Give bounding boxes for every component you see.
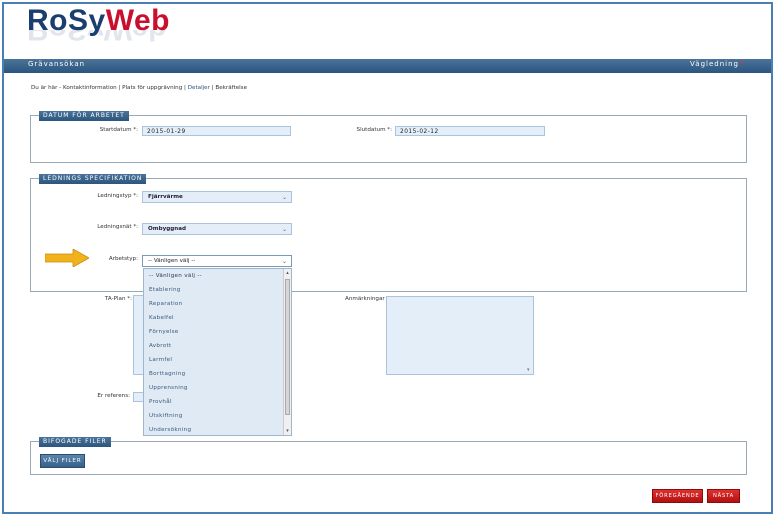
remarks-label: Anmärkningar <box>345 296 385 302</box>
start-date-input[interactable]: 2015-01-29 <box>142 126 291 136</box>
dropdown-option[interactable]: Avbrott <box>144 339 291 353</box>
page-title: Grävansökan <box>28 60 86 68</box>
work-type-select[interactable]: -- Vänligen välj -- ⌄ <box>142 255 292 267</box>
dropdown-option[interactable]: Larmfel <box>144 353 291 367</box>
your-reference-label: Er referens: <box>97 393 130 399</box>
breadcrumb: Du är här - Kontaktinformation | Plats f… <box>31 85 248 91</box>
resize-grip-icon[interactable]: ▾ <box>527 367 530 373</box>
line-network-label: Ledningsnät *: <box>97 224 138 230</box>
dropdown-scrollbar[interactable]: ▴ ▾ <box>283 269 291 435</box>
dropdown-option[interactable]: Undersökning <box>144 423 291 437</box>
dropdown-option[interactable]: Upprensning <box>144 381 291 395</box>
attached-files-legend: BIFOGADE FILER <box>39 437 111 447</box>
scroll-up-icon[interactable]: ▴ <box>284 269 291 277</box>
next-button[interactable]: NÄSTA <box>707 489 740 503</box>
attached-files-section: BIFOGADE FILER <box>30 437 747 475</box>
work-type-label: Arbetstyp: <box>108 256 138 262</box>
work-type-dropdown[interactable]: -- Vänligen välj -- Etablering Reparatio… <box>143 268 292 436</box>
line-type-select[interactable]: Fjärrvärme ⌄ <box>142 191 292 203</box>
dropdown-option[interactable]: -- Vänligen välj -- <box>144 269 291 283</box>
dropdown-option[interactable]: Kabelfel <box>144 311 291 325</box>
dropdown-option[interactable]: Etablering <box>144 283 291 297</box>
previous-button[interactable]: FÖREGÅENDE <box>652 489 703 503</box>
date-section-legend: DATUM FÖR ARBETET <box>39 111 129 121</box>
plus-icon: + <box>738 60 745 67</box>
chevron-down-icon: ⌄ <box>281 258 287 265</box>
dropdown-option[interactable]: Provhål <box>144 395 291 409</box>
scroll-down-icon[interactable]: ▾ <box>284 427 291 435</box>
end-date-label: Slutdatum *: <box>356 127 392 133</box>
guidance-link[interactable]: Vägledning+ <box>690 60 745 68</box>
line-type-label: Ledningstyp *: <box>97 193 138 199</box>
chevron-down-icon: ⌄ <box>281 194 287 201</box>
line-network-select[interactable]: Ombyggnad ⌄ <box>142 223 292 235</box>
start-date-label: Startdatum *: <box>99 127 138 133</box>
chevron-down-icon: ⌄ <box>281 226 287 233</box>
dropdown-option[interactable]: Reparation <box>144 297 291 311</box>
choose-files-button[interactable]: VÄLJ FILER <box>40 454 85 468</box>
breadcrumb-current: Detaljer <box>187 85 210 91</box>
remarks-textarea[interactable] <box>386 296 534 375</box>
ta-plan-label: TA-Plan *: <box>104 296 132 302</box>
scrollbar-thumb[interactable] <box>285 279 290 415</box>
dropdown-option[interactable]: Förnyelse <box>144 325 291 339</box>
date-section: DATUM FÖR ARBETET <box>30 111 747 163</box>
line-spec-legend: LEDNINGS SPECIFIKATION <box>39 174 147 184</box>
dropdown-option[interactable]: Utskiftning <box>144 409 291 423</box>
end-date-input[interactable]: 2015-02-12 <box>395 126 545 136</box>
header-bar: Grävansökan Vägledning+ <box>4 59 771 73</box>
logo-reflection: RoSyWeb <box>27 30 167 46</box>
dropdown-option[interactable]: Borttagning <box>144 367 291 381</box>
